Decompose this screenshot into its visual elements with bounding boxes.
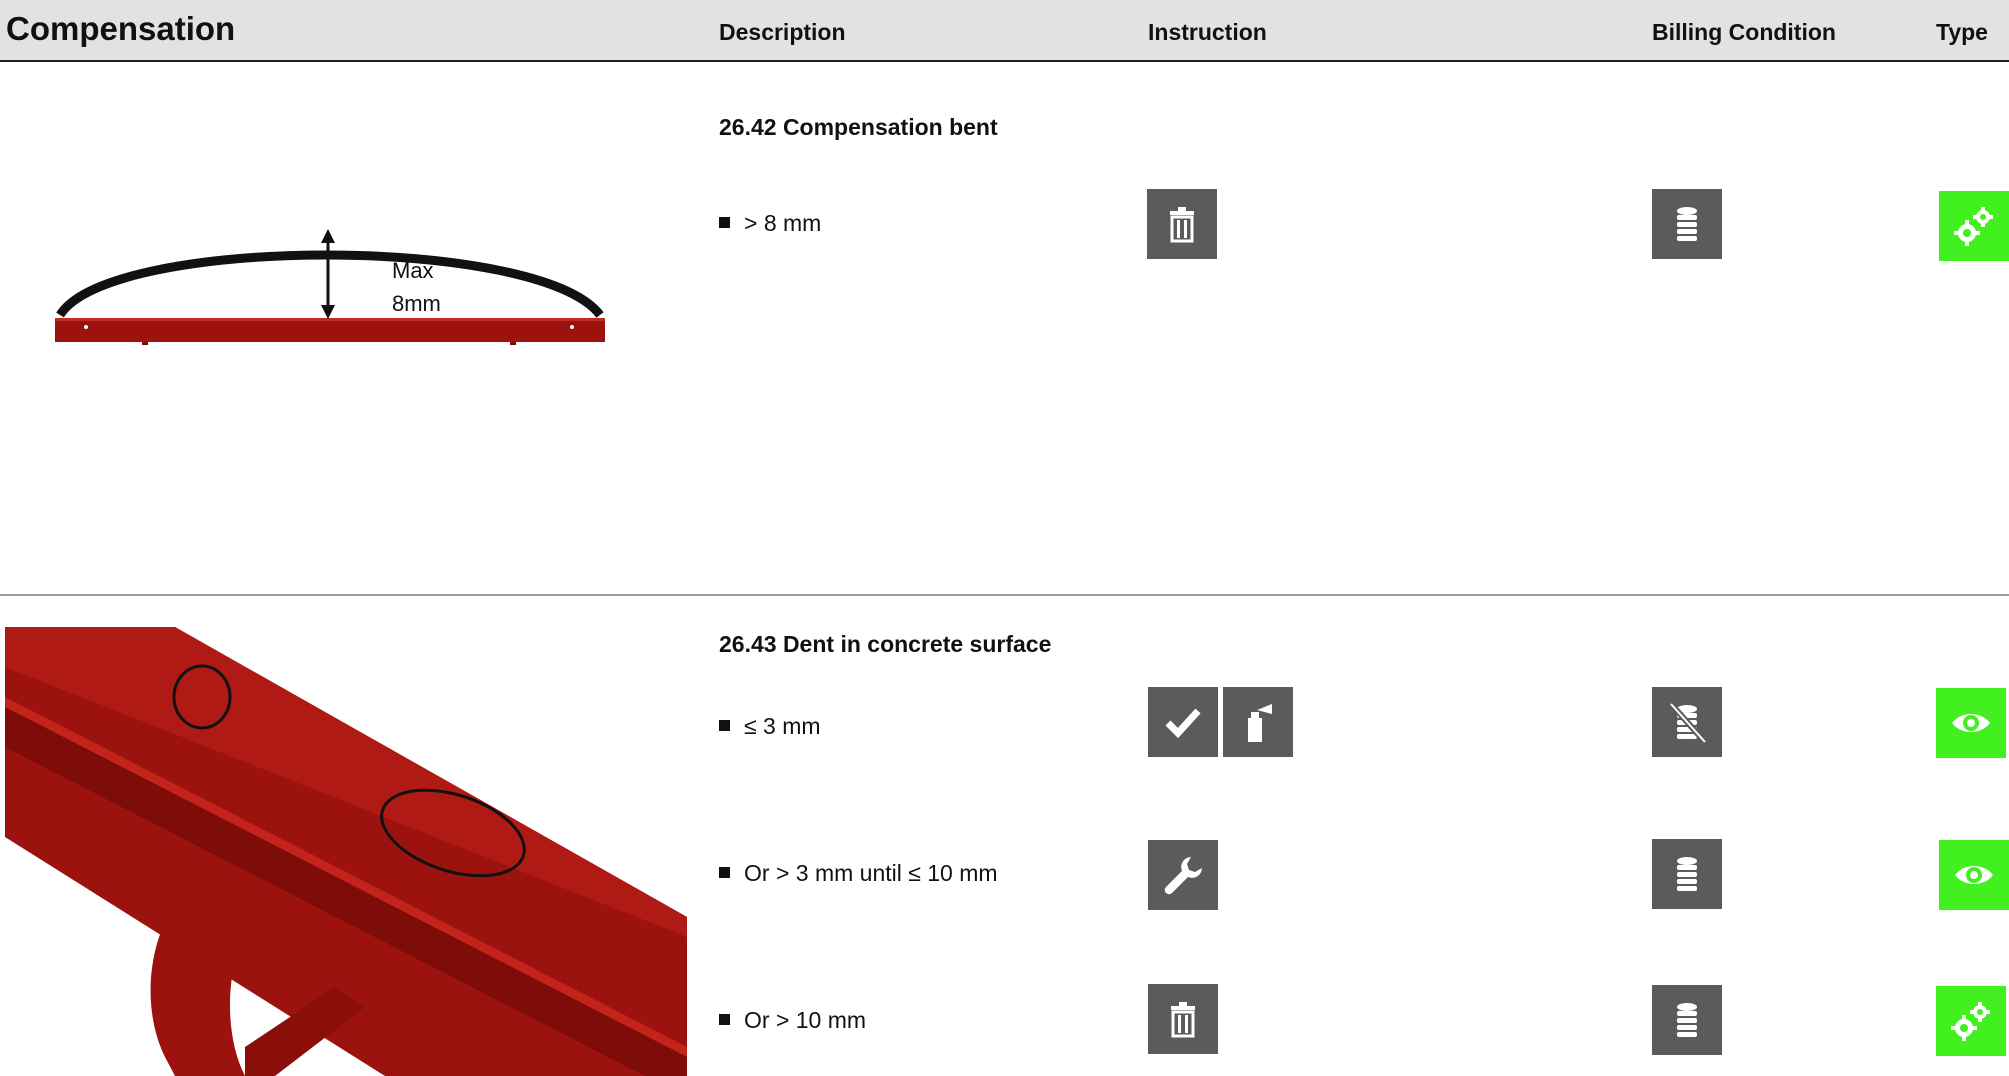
page-title: Compensation bbox=[6, 10, 236, 47]
column-description: Description bbox=[719, 19, 846, 45]
trash-icon bbox=[1148, 984, 1218, 1054]
eye-icon bbox=[1939, 840, 2009, 910]
gears-icon bbox=[1939, 191, 2009, 261]
bullet-icon bbox=[719, 217, 730, 229]
bullet-icon bbox=[719, 720, 730, 732]
coin-stack-icon bbox=[1652, 839, 1722, 909]
column-type: Type bbox=[1936, 19, 1988, 45]
list-item: Or > 3 mm until ≤ 10 mm bbox=[719, 860, 998, 887]
row-description: > 8 mm bbox=[744, 210, 822, 236]
list-item: ≤ 3 mm bbox=[719, 713, 821, 740]
dented-rail-image bbox=[5, 627, 687, 1076]
section-title-26-42: 26.42 Compensation bent bbox=[719, 114, 998, 140]
gears-icon bbox=[1936, 986, 2006, 1056]
spray-can-icon bbox=[1223, 687, 1293, 757]
section-title-26-43: 26.43 Dent in concrete surface bbox=[719, 631, 1052, 657]
wrench-icon bbox=[1148, 840, 1218, 910]
section-divider bbox=[0, 594, 2009, 596]
diagram-label-value: 8mm bbox=[392, 291, 441, 316]
trash-icon bbox=[1147, 189, 1217, 259]
column-billing-condition: Billing Condition bbox=[1652, 19, 1836, 45]
column-instruction: Instruction bbox=[1148, 19, 1267, 45]
list-item: > 8 mm bbox=[719, 210, 821, 237]
coin-stack-crossed-icon bbox=[1652, 687, 1722, 757]
bent-rail-diagram bbox=[55, 229, 605, 345]
row-description: Or > 10 mm bbox=[744, 1007, 867, 1033]
check-icon bbox=[1148, 687, 1218, 757]
bullet-icon bbox=[719, 867, 730, 879]
coin-stack-icon bbox=[1652, 189, 1722, 259]
eye-icon bbox=[1936, 688, 2006, 758]
diagram-label-max: Max bbox=[392, 258, 434, 283]
bullet-icon bbox=[719, 1014, 730, 1026]
coin-stack-icon bbox=[1652, 985, 1722, 1055]
table-header: Compensation Description Instruction Bil… bbox=[0, 0, 2009, 62]
row-description: ≤ 3 mm bbox=[744, 713, 821, 739]
list-item: Or > 10 mm bbox=[719, 1007, 866, 1034]
row-description: Or > 3 mm until ≤ 10 mm bbox=[744, 860, 998, 886]
